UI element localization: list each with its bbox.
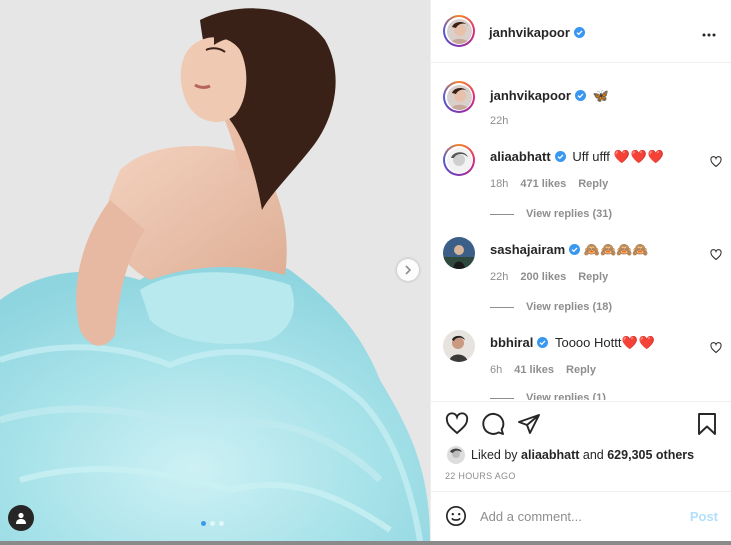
comments-list[interactable]: janhvikapoor 🦋 22h aliaabhatt Uff ufff ❤… [431,63,731,400]
chevron-right-icon [405,265,412,275]
carousel-dot [210,521,215,526]
post-details-panel: janhvikapoor janhvikapoor 🦋 22h aliaabha… [430,0,731,541]
liked-by-prefix: Liked by [471,448,518,462]
commenter-avatar[interactable] [443,330,475,362]
view-replies-label: View replies (1) [526,392,606,400]
author-avatar[interactable] [443,15,475,47]
like-button[interactable] [445,412,469,441]
commenter-username[interactable]: aliaabhatt [490,149,551,164]
save-button[interactable] [696,412,718,441]
reply-button[interactable]: Reply [566,364,596,376]
emoji-picker-button[interactable] [445,505,467,532]
view-replies-label: View replies (31) [526,208,613,220]
liker-avatar[interactable] [447,446,465,464]
comment-bubble-icon [482,413,505,435]
commenter-avatar[interactable] [443,144,475,176]
verified-badge-icon [573,27,585,38]
comment-meta: 22h 200 likes Reply [490,271,620,283]
comment-input[interactable] [480,506,670,526]
comment-meta: 6h 41 likes Reply [490,364,608,376]
comment-emoji: 🙈🙈🙈🙈 [583,242,649,257]
bookmark-icon [698,413,716,435]
caption-username[interactable]: janhvikapoor [490,88,571,103]
commenter-username[interactable]: sashajairam [490,242,565,257]
carousel-indicator [201,521,224,526]
caption: janhvikapoor 🦋 22h [443,81,723,131]
view-replies-button[interactable]: View replies (1) [490,392,606,400]
comment-emoji: ❤️❤️❤️ [613,149,666,164]
comment-meta: 18h 471 likes Reply [490,178,620,190]
comment-item: sashajairam 🙈🙈🙈🙈 22h 200 likes Reply View … [443,237,723,317]
post-header: janhvikapoor [431,0,731,63]
window-bottom-edge [0,541,731,545]
comment-emoji: ❤️❤️ [621,335,656,350]
post-photo [0,0,430,541]
post-comment-button[interactable]: Post [690,509,718,524]
caption-avatar[interactable] [443,81,475,113]
likes-summary[interactable]: Liked by aliaabhatt and 629,305 others [447,446,694,464]
liked-by-others[interactable]: 629,305 others [607,448,694,462]
comment-item: bbhiral Toooo Hottt❤️❤️ 6h 41 likes Reply … [443,330,723,400]
liked-by-conjunction: and [582,448,604,462]
carousel-dot [219,521,224,526]
comment-time[interactable]: 22h [490,271,508,283]
author-username[interactable]: janhvikapoor [489,25,570,40]
tagged-users-button[interactable] [8,505,34,531]
more-options-button[interactable] [702,24,716,42]
comment-likes[interactable]: 471 likes [520,178,566,190]
smiley-icon [446,506,466,526]
share-button[interactable] [517,412,541,441]
verified-badge-icon [554,151,566,162]
comment-likes[interactable]: 200 likes [520,271,566,283]
liked-by-user[interactable]: aliaabhatt [521,448,579,462]
comment-text: Uff ufff [572,149,610,164]
heart-outline-icon[interactable] [710,156,722,168]
instagram-post-dialog: janhvikapoor janhvikapoor 🦋 22h aliaabha… [0,0,731,545]
heart-outline-icon [445,412,469,435]
reply-button[interactable]: Reply [578,271,608,283]
caption-time[interactable]: 22h [490,115,508,127]
comment-time[interactable]: 6h [490,364,502,376]
commenter-avatar[interactable] [443,237,475,269]
view-replies-button[interactable]: View replies (18) [490,301,612,313]
more-horizontal-icon [702,33,716,37]
user-tag-icon [16,512,26,524]
commenter-username[interactable]: bbhiral [490,335,533,350]
comment-item: aliaabhatt Uff ufff ❤️❤️❤️ 18h 471 likes R… [443,144,723,224]
post-timestamp[interactable]: 22 HOURS AGO [445,471,516,481]
verified-badge-icon [574,90,586,101]
view-replies-label: View replies (18) [526,301,613,313]
carousel-dot-active [201,521,206,526]
post-actions: Liked by aliaabhatt and 629,305 others 2… [431,401,731,492]
paper-plane-icon [518,414,540,434]
next-slide-button[interactable] [397,259,419,281]
heart-outline-icon[interactable] [710,342,722,354]
view-replies-button[interactable]: View replies (31) [490,208,612,220]
post-media[interactable] [0,0,430,541]
comment-text: Toooo Hottt [554,335,622,350]
add-comment-bar: Post [431,491,731,542]
heart-outline-icon[interactable] [710,249,722,261]
verified-badge-icon [569,244,581,255]
comment-likes[interactable]: 41 likes [514,364,554,376]
verified-badge-icon [537,337,549,348]
reply-button[interactable]: Reply [578,178,608,190]
comment-time[interactable]: 18h [490,178,508,190]
caption-text: 🦋 [592,88,609,103]
caption-meta: 22h [490,115,520,127]
comment-button[interactable] [481,412,505,441]
